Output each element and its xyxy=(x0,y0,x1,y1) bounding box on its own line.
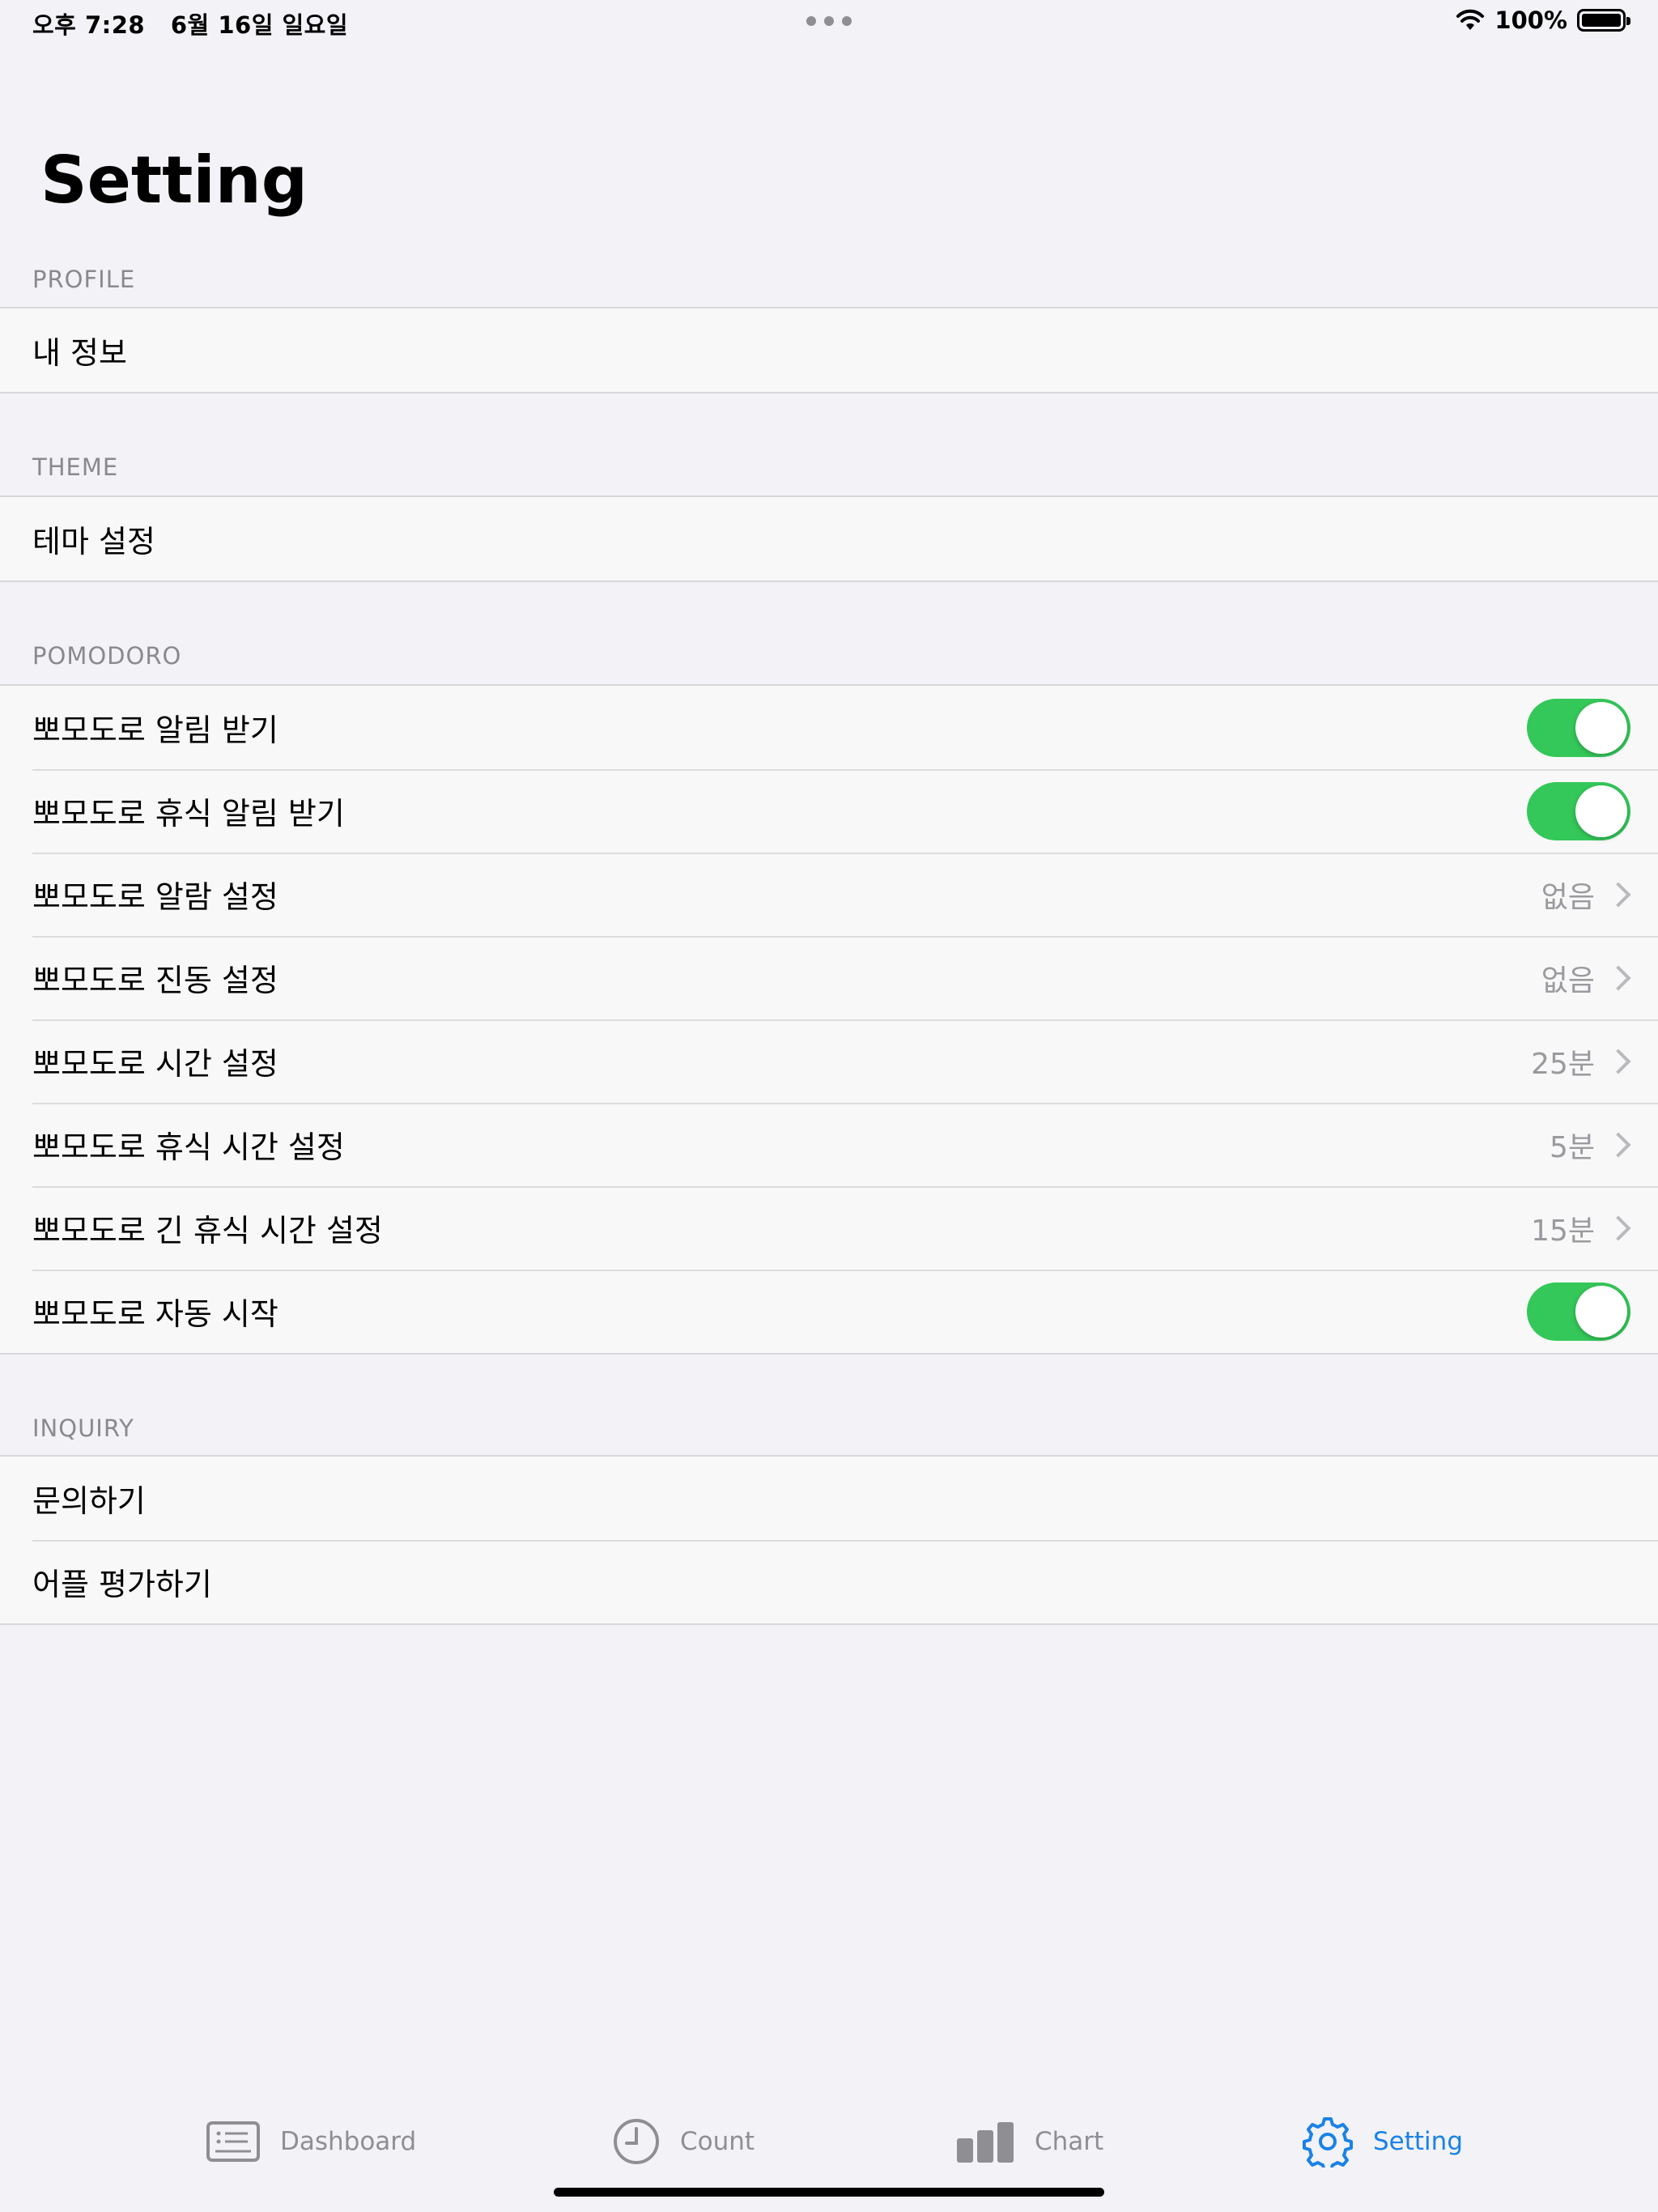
chevron-right-icon xyxy=(1605,881,1631,908)
row-label: 테마 설정 xyxy=(32,524,155,559)
tab-setting[interactable]: Setting xyxy=(1302,2097,1463,2186)
section-header-profile: PROFILE xyxy=(32,266,136,293)
toggle-knob xyxy=(1575,785,1627,837)
chevron-right-icon xyxy=(1605,1048,1631,1074)
row-alarm-setting[interactable]: 뽀모도로 알람 설정 없음 xyxy=(0,853,1658,936)
tab-dashboard[interactable]: Dashboard xyxy=(206,2097,416,2186)
battery-percent: 100% xyxy=(1494,6,1567,34)
tab-label: Dashboard xyxy=(280,2127,417,2156)
row-long-break-setting[interactable]: 뽀모도로 긴 휴식 시간 설정 15분 xyxy=(0,1186,1658,1270)
toggle-knob xyxy=(1575,1285,1627,1338)
row-pomodoro-notification: 뽀모도로 알림 받기 xyxy=(0,686,1658,769)
section-header-theme: THEME xyxy=(32,453,119,481)
pomodoro-group: 뽀모도로 알림 받기 뽀모도로 휴식 알림 받기 뽀모도로 알람 설정 없음 뽀… xyxy=(0,684,1658,1355)
row-label: 뽀모도로 휴식 알림 받기 xyxy=(32,796,345,832)
section-header-inquiry: INQUIRY xyxy=(32,1414,134,1442)
settings-screen: 오후 7:28 6월 16일 일요일 100% Setting PROFILE … xyxy=(0,0,1658,2212)
row-label: 뽀모도로 알림 받기 xyxy=(32,713,278,748)
multitasking-dots-icon[interactable] xyxy=(806,16,852,26)
row-auto-start: 뽀모도로 자동 시작 xyxy=(0,1270,1658,1353)
tab-label: Count xyxy=(680,2127,755,2156)
row-theme-setting[interactable]: 테마 설정 xyxy=(0,497,1658,581)
row-value: 25분 xyxy=(1531,1047,1595,1081)
tab-label: Setting xyxy=(1373,2127,1463,2156)
tab-chart[interactable]: Chart xyxy=(955,2097,1103,2186)
row-break-notification: 뽀모도로 휴식 알림 받기 xyxy=(0,769,1658,853)
row-my-info[interactable]: 내 정보 xyxy=(0,308,1658,392)
row-label: 뽀모도로 긴 휴식 시간 설정 xyxy=(32,1213,383,1249)
bar-chart-icon xyxy=(957,2122,1014,2163)
row-contact[interactable]: 문의하기 xyxy=(0,1457,1658,1540)
row-rate-app[interactable]: 어플 평가하기 xyxy=(0,1540,1658,1623)
row-value: 없음 xyxy=(1541,880,1595,914)
dashboard-icon xyxy=(206,2121,260,2162)
wifi-icon xyxy=(1456,9,1485,30)
profile-group: 내 정보 xyxy=(0,307,1658,393)
auto-start-toggle[interactable] xyxy=(1527,1282,1630,1341)
row-value: 없음 xyxy=(1541,963,1595,998)
row-label: 어플 평가하기 xyxy=(32,1567,212,1602)
row-label: 문의하기 xyxy=(32,1483,146,1519)
home-indicator[interactable] xyxy=(554,2188,1104,2197)
page-title: Setting xyxy=(40,143,308,218)
row-label: 뽀모도로 자동 시작 xyxy=(32,1296,278,1332)
pomodoro-notification-toggle[interactable] xyxy=(1527,698,1630,757)
chevron-right-icon xyxy=(1605,1214,1631,1241)
row-value: 15분 xyxy=(1531,1214,1595,1248)
status-time-date: 오후 7:28 6월 16일 일요일 xyxy=(32,11,349,39)
tab-count[interactable]: Count xyxy=(612,2097,755,2186)
chevron-right-icon xyxy=(1605,964,1631,991)
row-label: 뽀모도로 휴식 시간 설정 xyxy=(32,1129,345,1165)
status-bar: 오후 7:28 6월 16일 일요일 100% xyxy=(0,0,1658,45)
battery-level-fill xyxy=(1582,14,1621,27)
gear-icon xyxy=(1303,2117,1353,2167)
row-label: 뽀모도로 시간 설정 xyxy=(32,1046,278,1082)
break-notification-toggle[interactable] xyxy=(1527,781,1630,840)
row-label: 내 정보 xyxy=(32,335,127,371)
tab-bar: Dashboard Count Chart Setting xyxy=(0,2097,1658,2186)
row-label: 뽀모도로 알람 설정 xyxy=(32,879,278,915)
theme-group: 테마 설정 xyxy=(0,496,1658,582)
row-time-setting[interactable]: 뽀모도로 시간 설정 25분 xyxy=(0,1019,1658,1103)
section-header-pomodoro: POMODORO xyxy=(32,642,182,670)
row-vibration-setting[interactable]: 뽀모도로 진동 설정 없음 xyxy=(0,936,1658,1019)
row-value: 5분 xyxy=(1549,1130,1595,1164)
clock-icon xyxy=(614,2119,659,2164)
row-label: 뽀모도로 진동 설정 xyxy=(32,963,278,998)
chevron-right-icon xyxy=(1605,1131,1631,1158)
battery-icon xyxy=(1577,9,1630,32)
status-right: 100% xyxy=(1456,6,1630,34)
tab-label: Chart xyxy=(1035,2127,1104,2156)
toggle-knob xyxy=(1575,701,1627,754)
row-break-time-setting[interactable]: 뽀모도로 휴식 시간 설정 5분 xyxy=(0,1103,1658,1186)
inquiry-group: 문의하기 어플 평가하기 xyxy=(0,1455,1658,1625)
